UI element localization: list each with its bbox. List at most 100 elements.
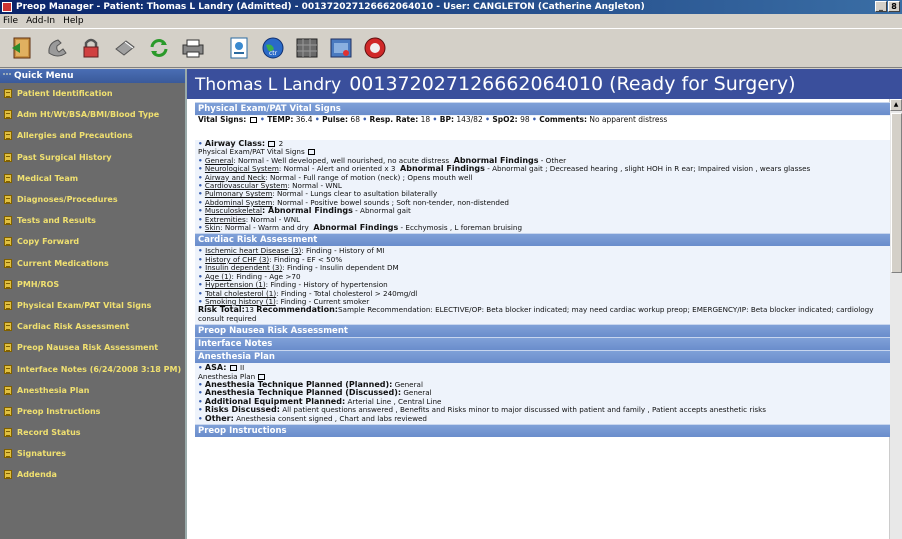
scroll-thumb[interactable] <box>891 113 902 273</box>
exam-extremities: • Extremities: Normal - WNL <box>198 215 301 224</box>
section-physical-exam-header[interactable]: Physical Exam/PAT Vital Signs <box>195 102 890 115</box>
sidebar-item[interactable]: Current Medications <box>0 253 185 274</box>
exam-abdominal: • Abdominal System: Normal - Positive bo… <box>198 198 509 207</box>
document-icon <box>4 428 12 438</box>
sidebar-item-label: Anesthesia Plan <box>17 385 90 395</box>
cardiac-risk-item: • Age (1): Finding - Age >70 <box>198 272 301 281</box>
sidebar-item[interactable]: Addenda <box>0 464 185 485</box>
exit-button[interactable] <box>8 33 38 63</box>
patient-status: 001372027126662064010 (Ready for Surgery… <box>349 73 796 95</box>
vital-signs-block: Vital Signs: • TEMP: 36.4 • Pulse: 68 • … <box>195 115 890 140</box>
sidebar-item[interactable]: Adm Ht/Wt/BSA/BMI/Blood Type <box>0 104 185 125</box>
sidebar-item[interactable]: Cardiac Risk Assessment <box>0 316 185 337</box>
sidebar-item[interactable]: Physical Exam/PAT Vital Signs <box>0 295 185 316</box>
sidebar-item-label: Medical Team <box>17 173 79 183</box>
telephone-icon <box>48 39 67 57</box>
document-icon <box>4 237 12 247</box>
phone-button[interactable] <box>42 33 72 63</box>
sidebar-item[interactable]: Preop Instructions <box>0 401 185 422</box>
calendar-button[interactable] <box>292 33 322 63</box>
cardiac-risk-item: • Hypertension (1): Finding - History of… <box>198 281 388 290</box>
chart-icon <box>258 373 266 380</box>
menu-add-in[interactable]: Add-In <box>26 14 55 28</box>
sidebar-item[interactable]: Past Surgical History <box>0 147 185 168</box>
printers-icon <box>182 39 204 58</box>
section-cardiac-header[interactable]: Cardiac Risk Assessment <box>195 233 890 247</box>
section-nausea-header[interactable]: Preop Nausea Risk Assessment <box>195 324 890 338</box>
cardiac-risk-item: • Insulin dependent (3): Finding - Insul… <box>198 264 399 273</box>
sidebar-item[interactable]: Preop Nausea Risk Assessment <box>0 337 185 358</box>
svg-text:ctr: ctr <box>269 50 278 57</box>
comments-value: No apparent distress <box>589 115 668 124</box>
document-icon <box>230 37 248 59</box>
document-icon <box>4 131 12 141</box>
document-icon <box>4 470 12 480</box>
sidebar-item-label: Patient Identification <box>17 89 113 99</box>
section-cardiac: • Ischemic heart Disease (3): Finding - … <box>195 246 890 325</box>
sidebar-item[interactable]: Copy Forward <box>0 231 185 252</box>
main-panel: Thomas L Landry 001372027126662064010 (Re… <box>185 69 902 539</box>
quick-menu: Quick Menu Patient Identification Adm Ht/… <box>0 69 185 539</box>
section-interface-notes-header[interactable]: Interface Notes <box>195 337 890 351</box>
spo2-value: 98 <box>520 115 530 124</box>
sidebar-item[interactable]: Record Status <box>0 422 185 443</box>
menu-help[interactable]: Help <box>63 14 84 28</box>
document-icon <box>4 195 12 205</box>
lock-button[interactable] <box>76 33 106 63</box>
section-anesthesia-header[interactable]: Anesthesia Plan <box>195 350 890 364</box>
globe-button[interactable]: ctr <box>258 33 288 63</box>
toolbar: ctr <box>0 28 902 68</box>
section-anesthesia: • ASA: II Anesthesia Plan • Anesthesia T… <box>195 363 890 424</box>
patient-name: Thomas L Landry <box>195 75 342 95</box>
sidebar-item-label: Preop Nausea Risk Assessment <box>17 343 159 353</box>
database-button[interactable] <box>326 33 356 63</box>
refresh-button[interactable] <box>144 33 174 63</box>
sidebar-item[interactable]: Signatures <box>0 443 185 464</box>
sidebar-item[interactable]: Patient Identification <box>0 83 185 104</box>
menu-file[interactable]: File <box>3 14 18 28</box>
section-preop-instructions-header[interactable]: Preop Instructions <box>195 423 890 437</box>
refresh-icon <box>150 39 168 57</box>
document-icon <box>4 322 12 332</box>
menu-bar: File Add-In Help <box>0 14 902 28</box>
restore-button[interactable]: 8 <box>888 1 900 12</box>
sidebar-item[interactable]: Tests and Results <box>0 210 185 231</box>
document-icon <box>4 258 12 268</box>
sidebar-item[interactable]: Diagnoses/Procedures <box>0 189 185 210</box>
chart-icon <box>308 149 316 156</box>
grip-icon <box>3 73 11 79</box>
print-button[interactable] <box>178 33 208 63</box>
minimize-button[interactable]: _ <box>875 1 887 12</box>
exam-musculoskeletal: • Musculoskeletal: Abnormal Findings - A… <box>198 207 411 216</box>
pill-icon <box>115 40 135 56</box>
medication-button[interactable] <box>110 33 140 63</box>
document-icon <box>4 279 12 289</box>
resp-value: 18 <box>420 115 431 124</box>
cardiac-risk-item: • History of CHF (3): Finding - EF < 50% <box>198 255 343 264</box>
exam-airway: • Airway and Neck: Normal - Full range o… <box>198 173 473 182</box>
document-button[interactable] <box>224 33 254 63</box>
temp-value: 36.4 <box>295 115 313 124</box>
sidebar-item[interactable]: Medical Team <box>0 168 185 189</box>
sidebar-item-label: Current Medications <box>17 258 109 268</box>
sidebar-item-label: Cardiac Risk Assessment <box>17 322 130 332</box>
airway-class-row: • Airway Class: 2 <box>198 140 284 148</box>
sidebar-item[interactable]: Anesthesia Plan <box>0 380 185 401</box>
lock-icon <box>83 38 99 58</box>
exam-general: • General: Normal - Well developed, well… <box>198 156 567 165</box>
asa-value: II <box>240 364 245 373</box>
document-icon <box>4 110 12 120</box>
alert-button[interactable] <box>360 33 390 63</box>
risk-total: Risk Total:13 Recommendation:Sample Reco… <box>198 305 874 323</box>
vertical-scrollbar[interactable]: ▲ <box>889 99 902 539</box>
sidebar-item[interactable]: PMH/ROS <box>0 274 185 295</box>
window-title: Preop Manager - Patient: Thomas L Landry… <box>16 2 645 12</box>
sidebar-item[interactable]: Interface Notes (6/24/2008 3:18 PM) <box>0 358 185 379</box>
exam-neuro: • Neurological System: Normal - Alert an… <box>198 165 811 174</box>
sidebar-item-label: Physical Exam/PAT Vital Signs <box>17 300 152 310</box>
sidebar-item-label: Interface Notes (6/24/2008 3:18 PM) <box>17 364 182 374</box>
cardiac-risk-item: • Ischemic heart Disease (3): Finding - … <box>198 247 385 256</box>
sidebar-item[interactable]: Allergies and Precautions <box>0 125 185 146</box>
document-icon <box>4 385 12 395</box>
scroll-up-arrow-icon[interactable]: ▲ <box>890 99 902 111</box>
